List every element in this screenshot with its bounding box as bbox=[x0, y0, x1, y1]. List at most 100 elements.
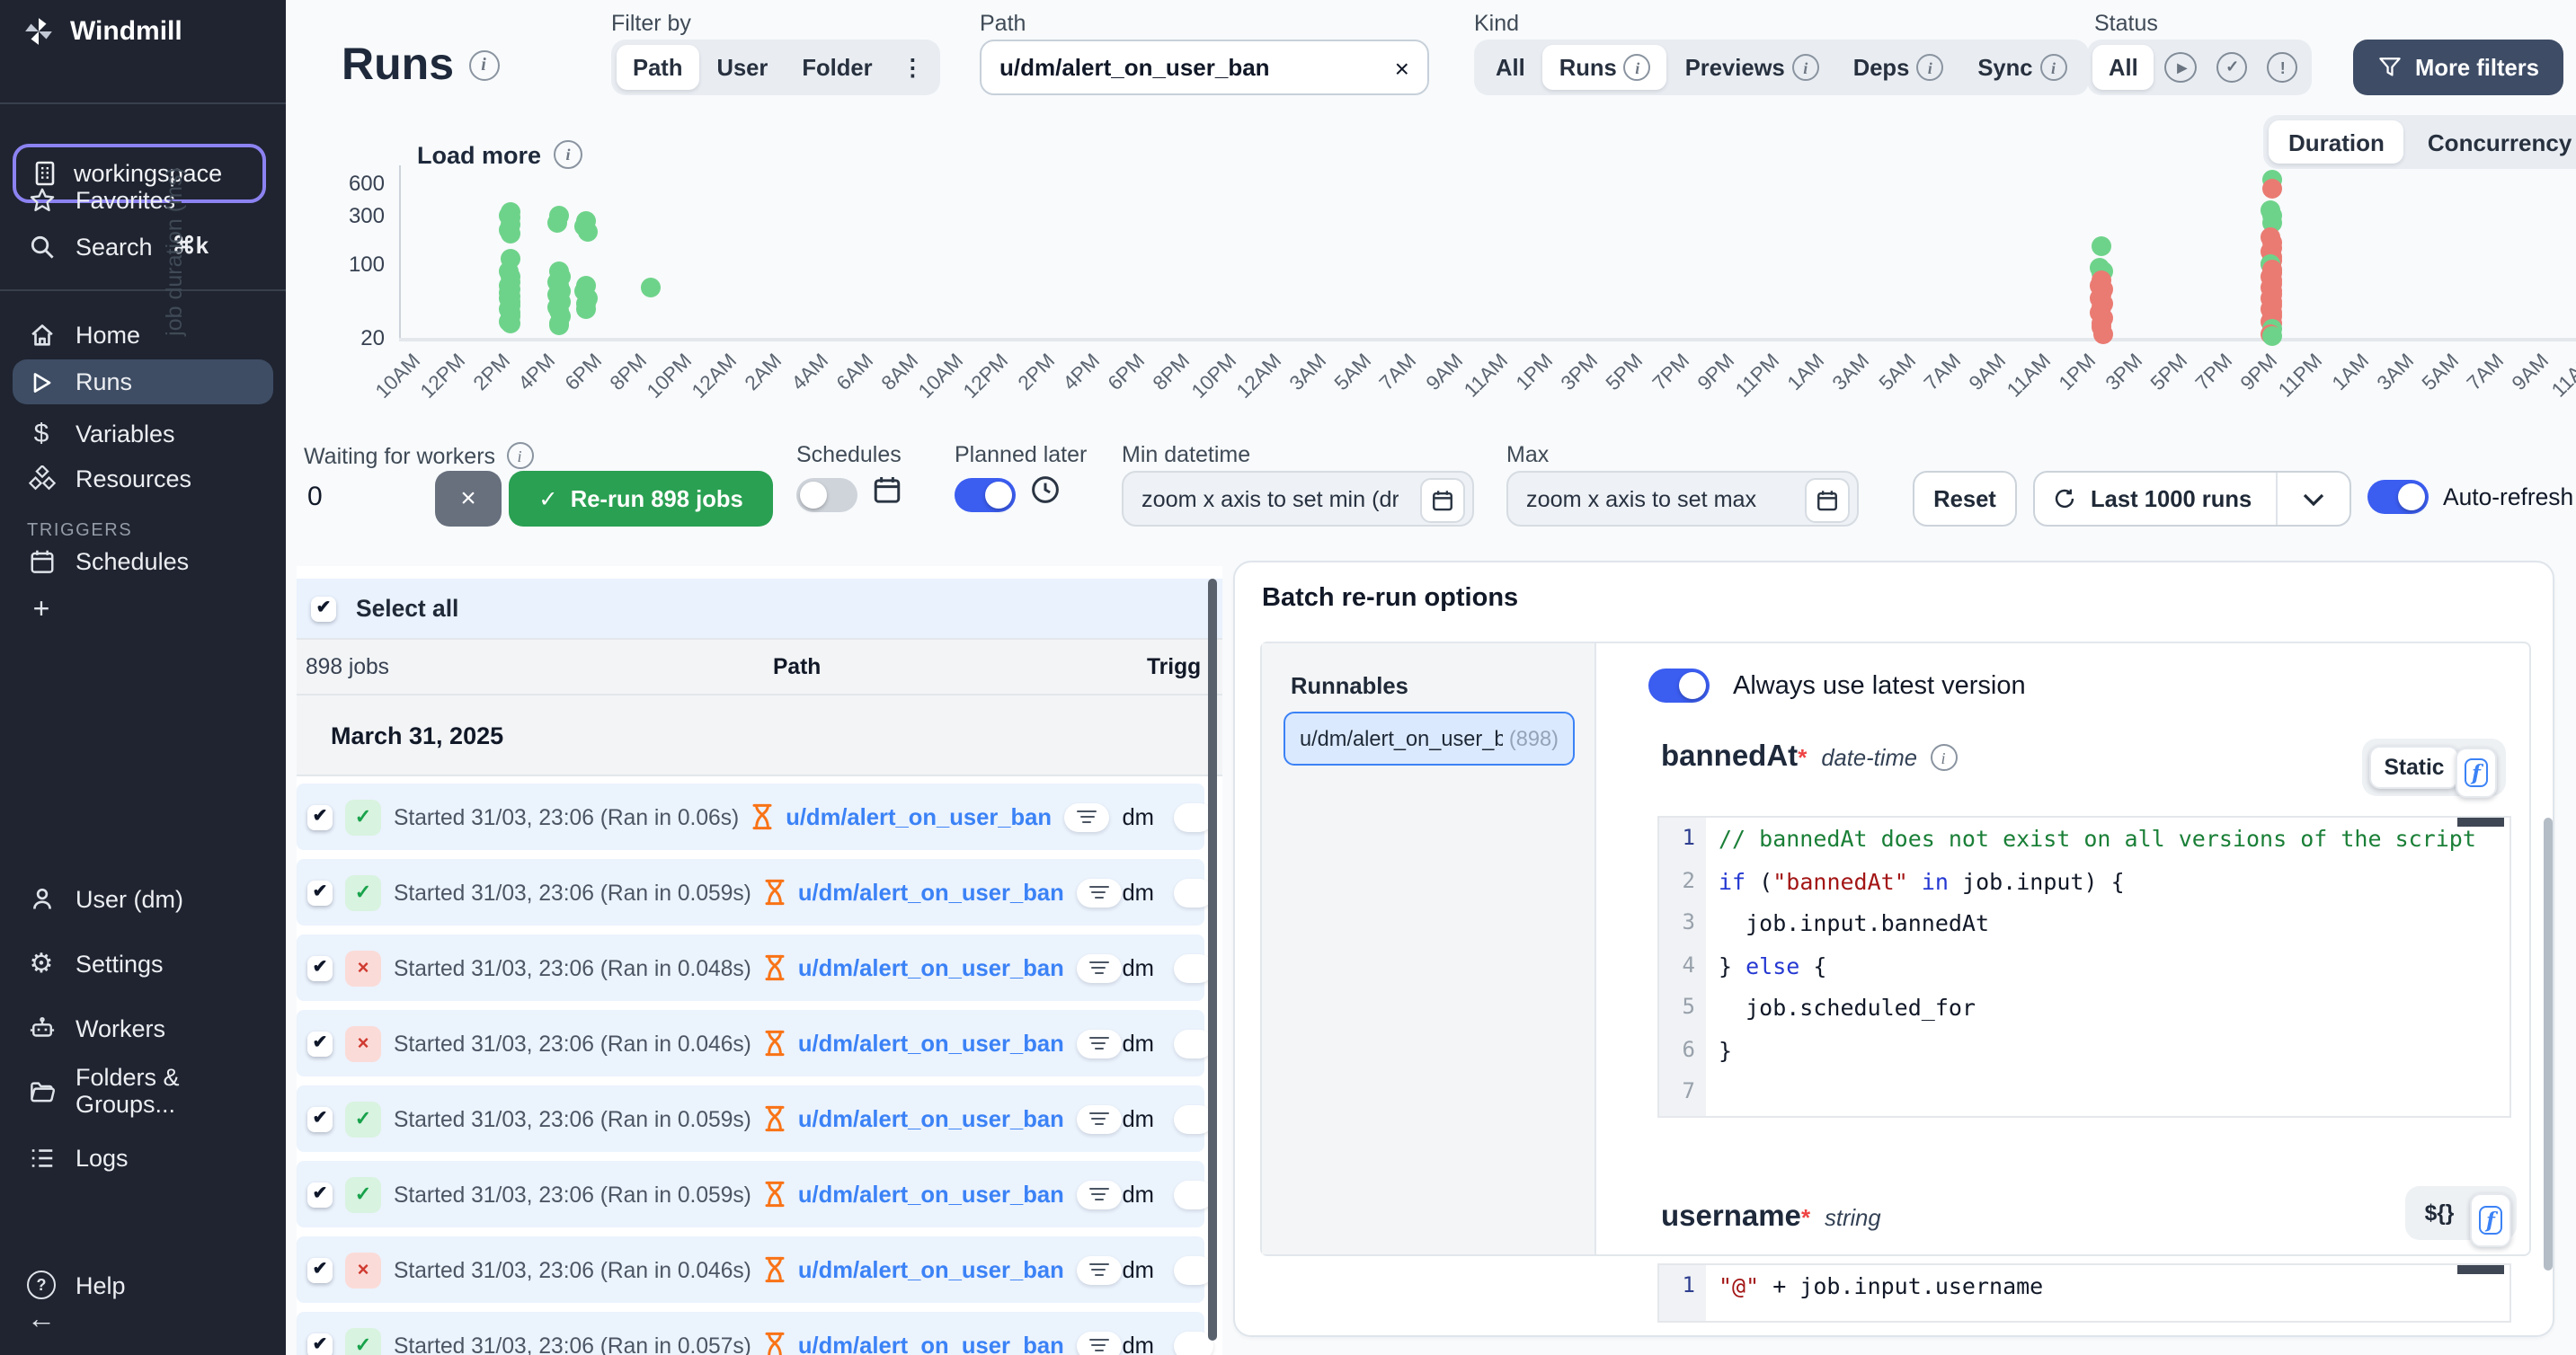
row-checkbox[interactable]: ✔ bbox=[307, 1182, 333, 1207]
filter-tab-user[interactable]: User bbox=[700, 45, 784, 90]
row-checkbox[interactable]: ✔ bbox=[307, 880, 333, 905]
job-row[interactable]: ✔ × Started 31/03, 23:06 (Ran in 0.046s)… bbox=[297, 1236, 1204, 1303]
run-point[interactable] bbox=[550, 316, 570, 336]
info-icon[interactable]: i bbox=[1930, 744, 1957, 771]
job-row[interactable]: ✔ × Started 31/03, 23:06 (Ran in 0.046s)… bbox=[297, 1010, 1204, 1076]
kind-tab-runs[interactable]: Runsi bbox=[1543, 45, 1667, 90]
kind-tab-deps[interactable]: Depsi bbox=[1837, 45, 1960, 90]
filter-tab-folder[interactable]: Folder bbox=[786, 45, 888, 90]
bannedat-js-mode[interactable]: f bbox=[2456, 748, 2497, 798]
min-datetime-input[interactable]: zoom x axis to set min (dr bbox=[1122, 471, 1474, 527]
run-point[interactable] bbox=[548, 213, 568, 233]
path-column-header[interactable]: Path bbox=[773, 654, 821, 679]
select-all-checkbox[interactable]: ✔ bbox=[311, 596, 336, 621]
username-expr-mode[interactable]: ${} bbox=[2409, 1190, 2470, 1236]
tab-duration[interactable]: Duration bbox=[2269, 120, 2404, 164]
tab-concurrency[interactable]: Concurrency bbox=[2408, 120, 2576, 164]
username-code-editor[interactable]: 1 "@" + job.input.username bbox=[1657, 1263, 2511, 1323]
status-tab-failure[interactable]: ! bbox=[2259, 45, 2307, 90]
filter-by-path-button[interactable] bbox=[1077, 1331, 1122, 1355]
job-row[interactable]: ✔ ✓ Started 31/03, 23:06 (Ran in 0.06s) … bbox=[297, 784, 1204, 850]
auto-refresh-toggle[interactable] bbox=[2367, 480, 2429, 514]
sidebar-item-home[interactable]: Home bbox=[0, 311, 286, 358]
sidebar-item-runs[interactable]: Runs bbox=[13, 359, 273, 404]
job-row[interactable]: ✔ ✓ Started 31/03, 23:06 (Ran in 0.057s)… bbox=[297, 1312, 1204, 1355]
sidebar-item-folders[interactable]: Folders & Groups... bbox=[0, 1067, 286, 1114]
job-path-link[interactable]: u/dm/alert_on_user_ban bbox=[786, 803, 1052, 830]
kind-tab-previews[interactable]: Previewsi bbox=[1669, 45, 1835, 90]
filter-by-path-button[interactable] bbox=[1077, 953, 1122, 982]
rerun-jobs-button[interactable]: ✓Re-run 898 jobs bbox=[509, 471, 773, 527]
last-runs-button[interactable]: Last 1000 runs bbox=[2035, 485, 2276, 512]
kind-tab-sync[interactable]: Synci bbox=[1961, 45, 2083, 90]
job-path-link[interactable]: u/dm/alert_on_user_ban bbox=[798, 954, 1064, 981]
row-checkbox[interactable]: ✔ bbox=[307, 1333, 333, 1355]
job-row[interactable]: ✔ ✓ Started 31/03, 23:06 (Ran in 0.059s)… bbox=[297, 1161, 1204, 1227]
job-path-link[interactable]: u/dm/alert_on_user_ban bbox=[798, 1256, 1064, 1283]
row-checkbox[interactable]: ✔ bbox=[307, 804, 333, 829]
run-point[interactable] bbox=[575, 300, 595, 320]
table-scrollbar[interactable] bbox=[1208, 579, 1217, 1341]
run-point[interactable] bbox=[641, 279, 661, 298]
job-path-link[interactable]: u/dm/alert_on_user_ban bbox=[798, 1332, 1064, 1355]
sidebar-item-settings[interactable]: ⚙ Settings bbox=[0, 940, 286, 987]
job-path-link[interactable]: u/dm/alert_on_user_ban bbox=[798, 1105, 1064, 1132]
filter-tab-path[interactable]: Path bbox=[617, 45, 698, 90]
filter-kebab-icon[interactable]: ⋮ bbox=[891, 45, 936, 90]
run-point[interactable] bbox=[501, 314, 520, 334]
more-filters-button[interactable]: More filters bbox=[2353, 40, 2563, 95]
sidebar-item-variables[interactable]: $ Variables bbox=[0, 410, 286, 456]
clear-path-icon[interactable]: × bbox=[1395, 53, 1409, 82]
last-runs-dropdown[interactable] bbox=[2276, 473, 2349, 525]
username-js-mode[interactable]: f bbox=[2470, 1193, 2511, 1247]
filter-by-path-button[interactable] bbox=[1077, 1180, 1122, 1209]
filter-by-path-button[interactable] bbox=[1064, 802, 1109, 831]
path-filter-input[interactable]: u/dm/alert_on_user_ban × bbox=[980, 40, 1429, 95]
bannedat-static-mode[interactable]: Static bbox=[2369, 746, 2459, 789]
sidebar-item-favorites[interactable]: Favorites bbox=[0, 176, 286, 223]
filter-by-path-button[interactable] bbox=[1077, 878, 1122, 907]
sidebar-item-search[interactable]: Search ⌘k bbox=[0, 223, 286, 270]
max-datetime-input[interactable]: zoom x axis to set max bbox=[1506, 471, 1859, 527]
job-row[interactable]: ✔ ✓ Started 31/03, 23:06 (Ran in 0.059s)… bbox=[297, 1085, 1204, 1152]
filter-by-path-button[interactable] bbox=[1077, 1104, 1122, 1133]
min-calendar-button[interactable] bbox=[1420, 478, 1465, 523]
run-point[interactable] bbox=[502, 225, 521, 244]
run-point[interactable] bbox=[2092, 323, 2112, 343]
sidebar-add-button[interactable]: + bbox=[0, 588, 286, 634]
job-row[interactable]: ✔ × Started 31/03, 23:06 (Ran in 0.048s)… bbox=[297, 934, 1204, 1001]
reset-button[interactable]: Reset bbox=[1913, 471, 2017, 527]
editor-hscrollbar[interactable] bbox=[2457, 818, 2504, 827]
trigger-column-header[interactable]: Trigger bbox=[1147, 654, 1201, 679]
latest-version-toggle[interactable] bbox=[1648, 669, 1710, 703]
job-path-link[interactable]: u/dm/alert_on_user_ban bbox=[798, 879, 1064, 906]
status-tab-all[interactable]: All bbox=[2092, 45, 2154, 90]
planned-later-toggle[interactable] bbox=[955, 478, 1016, 512]
duration-scatter-plot[interactable] bbox=[401, 165, 2576, 338]
job-path-link[interactable]: u/dm/alert_on_user_ban bbox=[798, 1181, 1064, 1208]
sidebar-item-logs[interactable]: Logs bbox=[0, 1134, 286, 1181]
status-tab-running[interactable]: ▶ bbox=[2156, 45, 2207, 90]
schedules-toggle[interactable] bbox=[796, 478, 857, 512]
sidebar-collapse-button[interactable]: ← bbox=[0, 1297, 286, 1344]
row-checkbox[interactable]: ✔ bbox=[307, 955, 333, 980]
windmill-logo[interactable]: Windmill bbox=[23, 16, 182, 47]
sidebar-item-workers[interactable]: Workers bbox=[0, 1005, 286, 1051]
sidebar-item-schedules[interactable]: Schedules bbox=[0, 537, 286, 584]
max-calendar-button[interactable] bbox=[1805, 478, 1850, 523]
status-tab-success[interactable]: ✓ bbox=[2208, 45, 2257, 90]
filter-by-path-button[interactable] bbox=[1077, 1255, 1122, 1284]
run-point[interactable] bbox=[2261, 179, 2281, 199]
bannedat-code-editor[interactable]: 1234567 // bannedAt does not exist on al… bbox=[1657, 816, 2511, 1118]
row-checkbox[interactable]: ✔ bbox=[307, 1106, 333, 1131]
row-checkbox[interactable]: ✔ bbox=[307, 1257, 333, 1282]
runnable-item[interactable]: u/dm/alert_on_user_b... (898) bbox=[1284, 712, 1575, 766]
run-point[interactable] bbox=[2261, 326, 2281, 346]
sidebar-item-user[interactable]: User (dm) bbox=[0, 875, 286, 922]
cancel-selection-button[interactable]: × bbox=[435, 471, 502, 527]
run-point[interactable] bbox=[577, 222, 597, 242]
run-point[interactable] bbox=[2092, 236, 2111, 256]
batch-panel-scrollbar[interactable] bbox=[2544, 818, 2553, 1271]
row-checkbox[interactable]: ✔ bbox=[307, 1031, 333, 1056]
job-path-link[interactable]: u/dm/alert_on_user_ban bbox=[798, 1030, 1064, 1057]
